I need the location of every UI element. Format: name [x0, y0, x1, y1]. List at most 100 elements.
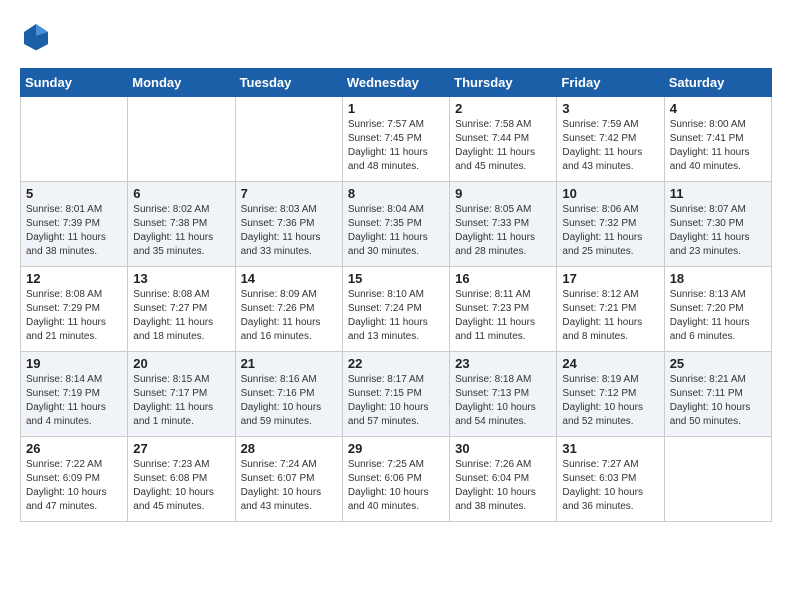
day-number: 29 [348, 441, 444, 456]
day-number: 21 [241, 356, 337, 371]
day-info: Sunrise: 8:00 AM Sunset: 7:41 PM Dayligh… [670, 118, 766, 174]
day-info: Sunrise: 8:08 AM Sunset: 7:27 PM Dayligh… [133, 288, 229, 344]
calendar-cell: 13 Sunrise: 8:08 AM Sunset: 7:27 PM Dayli… [128, 267, 235, 352]
calendar-cell: 5 Sunrise: 8:01 AM Sunset: 7:39 PM Daylig… [21, 182, 128, 267]
calendar-cell: 9 Sunrise: 8:05 AM Sunset: 7:33 PM Daylig… [450, 182, 557, 267]
calendar-cell: 29 Sunrise: 7:25 AM Sunset: 6:06 PM Dayli… [342, 437, 449, 522]
day-number: 15 [348, 271, 444, 286]
day-info: Sunrise: 8:01 AM Sunset: 7:39 PM Dayligh… [26, 203, 122, 259]
weekday-header-sunday: Sunday [21, 69, 128, 97]
calendar-cell: 27 Sunrise: 7:23 AM Sunset: 6:08 PM Dayli… [128, 437, 235, 522]
calendar-cell [664, 437, 771, 522]
calendar-cell: 28 Sunrise: 7:24 AM Sunset: 6:07 PM Dayli… [235, 437, 342, 522]
calendar-cell: 21 Sunrise: 8:16 AM Sunset: 7:16 PM Dayli… [235, 352, 342, 437]
day-number: 1 [348, 101, 444, 116]
day-info: Sunrise: 8:18 AM Sunset: 7:13 PM Dayligh… [455, 373, 551, 429]
day-info: Sunrise: 8:04 AM Sunset: 7:35 PM Dayligh… [348, 203, 444, 259]
calendar-cell: 16 Sunrise: 8:11 AM Sunset: 7:23 PM Dayli… [450, 267, 557, 352]
day-info: Sunrise: 8:21 AM Sunset: 7:11 PM Dayligh… [670, 373, 766, 429]
day-info: Sunrise: 8:14 AM Sunset: 7:19 PM Dayligh… [26, 373, 122, 429]
calendar-cell: 23 Sunrise: 8:18 AM Sunset: 7:13 PM Dayli… [450, 352, 557, 437]
calendar-cell [235, 97, 342, 182]
weekday-header-saturday: Saturday [664, 69, 771, 97]
calendar-cell: 31 Sunrise: 7:27 AM Sunset: 6:03 PM Dayli… [557, 437, 664, 522]
day-number: 24 [562, 356, 658, 371]
day-info: Sunrise: 8:07 AM Sunset: 7:30 PM Dayligh… [670, 203, 766, 259]
day-number: 30 [455, 441, 551, 456]
day-info: Sunrise: 8:05 AM Sunset: 7:33 PM Dayligh… [455, 203, 551, 259]
calendar-cell: 24 Sunrise: 8:19 AM Sunset: 7:12 PM Dayli… [557, 352, 664, 437]
day-info: Sunrise: 7:58 AM Sunset: 7:44 PM Dayligh… [455, 118, 551, 174]
day-info: Sunrise: 8:08 AM Sunset: 7:29 PM Dayligh… [26, 288, 122, 344]
day-number: 17 [562, 271, 658, 286]
day-number: 3 [562, 101, 658, 116]
day-number: 8 [348, 186, 444, 201]
day-number: 11 [670, 186, 766, 201]
calendar-cell [128, 97, 235, 182]
calendar-cell: 22 Sunrise: 8:17 AM Sunset: 7:15 PM Dayli… [342, 352, 449, 437]
day-info: Sunrise: 7:25 AM Sunset: 6:06 PM Dayligh… [348, 458, 444, 514]
calendar-cell [21, 97, 128, 182]
calendar-cell: 14 Sunrise: 8:09 AM Sunset: 7:26 PM Dayli… [235, 267, 342, 352]
day-info: Sunrise: 8:09 AM Sunset: 7:26 PM Dayligh… [241, 288, 337, 344]
day-number: 4 [670, 101, 766, 116]
day-info: Sunrise: 8:11 AM Sunset: 7:23 PM Dayligh… [455, 288, 551, 344]
weekday-header-friday: Friday [557, 69, 664, 97]
calendar-cell: 30 Sunrise: 7:26 AM Sunset: 6:04 PM Dayli… [450, 437, 557, 522]
day-number: 22 [348, 356, 444, 371]
day-number: 2 [455, 101, 551, 116]
calendar-cell: 2 Sunrise: 7:58 AM Sunset: 7:44 PM Daylig… [450, 97, 557, 182]
day-number: 13 [133, 271, 229, 286]
day-number: 31 [562, 441, 658, 456]
day-info: Sunrise: 7:22 AM Sunset: 6:09 PM Dayligh… [26, 458, 122, 514]
day-info: Sunrise: 8:03 AM Sunset: 7:36 PM Dayligh… [241, 203, 337, 259]
day-number: 14 [241, 271, 337, 286]
calendar-cell: 26 Sunrise: 7:22 AM Sunset: 6:09 PM Dayli… [21, 437, 128, 522]
day-number: 7 [241, 186, 337, 201]
day-info: Sunrise: 7:57 AM Sunset: 7:45 PM Dayligh… [348, 118, 444, 174]
day-info: Sunrise: 7:23 AM Sunset: 6:08 PM Dayligh… [133, 458, 229, 514]
day-number: 18 [670, 271, 766, 286]
calendar-cell: 12 Sunrise: 8:08 AM Sunset: 7:29 PM Dayli… [21, 267, 128, 352]
weekday-header-thursday: Thursday [450, 69, 557, 97]
day-info: Sunrise: 7:26 AM Sunset: 6:04 PM Dayligh… [455, 458, 551, 514]
weekday-header-monday: Monday [128, 69, 235, 97]
page-header [20, 20, 772, 52]
calendar-cell: 8 Sunrise: 8:04 AM Sunset: 7:35 PM Daylig… [342, 182, 449, 267]
calendar-cell: 4 Sunrise: 8:00 AM Sunset: 7:41 PM Daylig… [664, 97, 771, 182]
calendar-cell: 19Sunrise: 8:14 AM Sunset: 7:19 PM Dayli… [21, 352, 128, 437]
day-number: 26 [26, 441, 122, 456]
day-info: Sunrise: 8:06 AM Sunset: 7:32 PM Dayligh… [562, 203, 658, 259]
day-number: 20 [133, 356, 229, 371]
day-info: Sunrise: 7:59 AM Sunset: 7:42 PM Dayligh… [562, 118, 658, 174]
day-info: Sunrise: 8:16 AM Sunset: 7:16 PM Dayligh… [241, 373, 337, 429]
day-number: 28 [241, 441, 337, 456]
day-info: Sunrise: 8:19 AM Sunset: 7:12 PM Dayligh… [562, 373, 658, 429]
day-number: 16 [455, 271, 551, 286]
calendar-cell: 18 Sunrise: 8:13 AM Sunset: 7:20 PM Dayli… [664, 267, 771, 352]
day-number: 9 [455, 186, 551, 201]
calendar-cell: 7 Sunrise: 8:03 AM Sunset: 7:36 PM Daylig… [235, 182, 342, 267]
day-info: Sunrise: 8:02 AM Sunset: 7:38 PM Dayligh… [133, 203, 229, 259]
day-info: Sunrise: 7:27 AM Sunset: 6:03 PM Dayligh… [562, 458, 658, 514]
weekday-header-tuesday: Tuesday [235, 69, 342, 97]
day-number: 12 [26, 271, 122, 286]
calendar-cell: 17Sunrise: 8:12 AM Sunset: 7:21 PM Dayli… [557, 267, 664, 352]
calendar-cell: 3 Sunrise: 7:59 AM Sunset: 7:42 PM Daylig… [557, 97, 664, 182]
calendar-cell: 20 Sunrise: 8:15 AM Sunset: 7:17 PM Dayli… [128, 352, 235, 437]
day-info: Sunrise: 8:15 AM Sunset: 7:17 PM Dayligh… [133, 373, 229, 429]
day-info: Sunrise: 7:24 AM Sunset: 6:07 PM Dayligh… [241, 458, 337, 514]
day-number: 5 [26, 186, 122, 201]
day-info: Sunrise: 8:13 AM Sunset: 7:20 PM Dayligh… [670, 288, 766, 344]
calendar-cell: 15 Sunrise: 8:10 AM Sunset: 7:24 PM Dayli… [342, 267, 449, 352]
calendar-cell: 25Sunrise: 8:21 AM Sunset: 7:11 PM Dayli… [664, 352, 771, 437]
day-number: 6 [133, 186, 229, 201]
day-number: 23 [455, 356, 551, 371]
day-number: 27 [133, 441, 229, 456]
calendar: SundayMondayTuesdayWednesdayThursdayFrid… [20, 68, 772, 522]
day-info: Sunrise: 8:17 AM Sunset: 7:15 PM Dayligh… [348, 373, 444, 429]
calendar-cell: 11 Sunrise: 8:07 AM Sunset: 7:30 PM Dayli… [664, 182, 771, 267]
logo-icon [20, 20, 52, 52]
calendar-cell: 10Sunrise: 8:06 AM Sunset: 7:32 PM Dayli… [557, 182, 664, 267]
day-info: Sunrise: 8:10 AM Sunset: 7:24 PM Dayligh… [348, 288, 444, 344]
